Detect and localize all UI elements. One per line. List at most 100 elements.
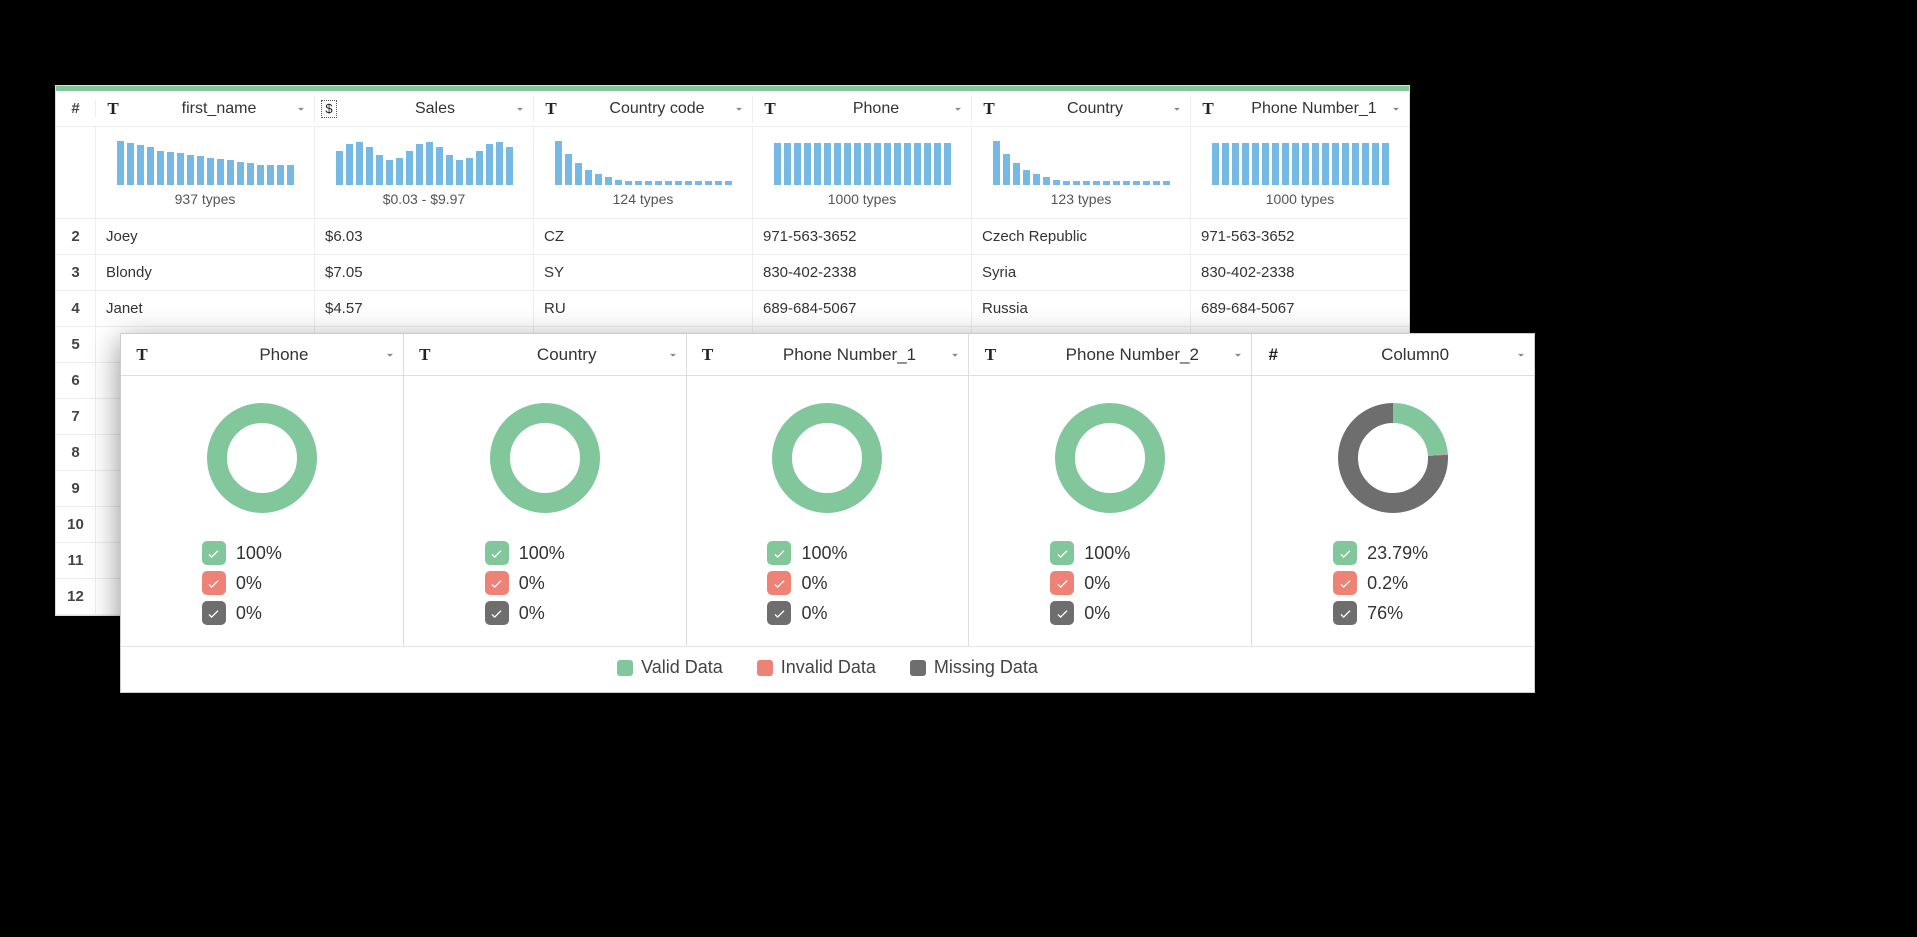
column-summary: $0.03 - $9.97 [315,127,534,218]
quality-column-header[interactable]: #Column0 [1252,334,1534,375]
chevron-down-icon[interactable] [1170,102,1184,116]
valid-stat: 100% [767,541,887,565]
table-cell[interactable]: 830-402-2338 [1191,255,1409,290]
summary-row: 937 types$0.03 - $9.97124 types1000 type… [56,127,1409,219]
quality-column-header[interactable]: TPhone [121,334,404,375]
chevron-down-icon[interactable] [294,102,308,116]
table-cell[interactable]: SY [534,255,753,290]
table-cell[interactable]: Syria [972,255,1191,290]
missing-stat: 0% [485,601,605,625]
chevron-down-icon[interactable] [666,348,680,362]
invalid-value: 0% [1084,573,1110,594]
cell-value: $6.03 [325,228,363,245]
table-cell[interactable]: 689-684-5067 [753,291,972,326]
table-cell[interactable]: 689-684-5067 [1191,291,1409,326]
check-icon [202,601,226,625]
row-number-header: # [56,100,96,117]
legend-valid-label: Valid Data [641,657,723,678]
text-type-icon: T [697,345,719,365]
table-cell[interactable]: RU [534,291,753,326]
column-header[interactable]: $Sales [315,96,534,122]
quality-body: 100%0%0%100%0%0%100%0%0%100%0%0%23.79%0.… [121,376,1534,646]
quality-donut-chart [202,398,322,518]
column-summary-label: 1000 types [1266,191,1335,207]
valid-value: 100% [519,543,565,564]
row-number-blank [56,127,96,218]
legend-invalid: Invalid Data [757,657,876,678]
check-icon [767,601,791,625]
valid-value: 23.79% [1367,543,1428,564]
chevron-down-icon[interactable] [732,102,746,116]
table-cell[interactable]: Russia [972,291,1191,326]
table-cell[interactable]: CZ [534,219,753,254]
table-cell[interactable]: Joey [96,219,315,254]
column-header[interactable]: TPhone [753,95,972,123]
row-number: 12 [56,579,96,614]
valid-value: 100% [1084,543,1130,564]
column-header[interactable]: Tfirst_name [96,95,315,123]
quality-donut-chart [767,398,887,518]
table-row[interactable]: 3Blondy$7.05SY830-402-2338Syria830-402-2… [56,255,1409,291]
missing-value: 0% [801,603,827,624]
cell-value: $4.57 [325,300,363,317]
row-number: 8 [56,435,96,470]
row-number: 9 [56,471,96,506]
table-cell[interactable]: $7.05 [315,255,534,290]
check-icon [485,541,509,565]
column-summary-label: 124 types [613,191,674,207]
column-header[interactable]: TPhone Number_1 [1191,95,1409,123]
missing-value: 0% [519,603,545,624]
invalid-stat: 0% [202,571,322,595]
check-icon [1333,541,1357,565]
invalid-value: 0% [801,573,827,594]
distribution-sparkline [117,139,294,185]
cell-value: Russia [982,300,1028,317]
column-header[interactable]: TCountry [972,95,1191,123]
table-cell[interactable]: Janet [96,291,315,326]
check-icon [1050,541,1074,565]
table-cell[interactable]: 971-563-3652 [753,219,972,254]
row-number: 7 [56,399,96,434]
column-header[interactable]: TCountry code [534,95,753,123]
chevron-down-icon[interactable] [1514,348,1528,362]
missing-stat: 0% [202,601,322,625]
cell-value: 971-563-3652 [763,228,856,245]
chevron-down-icon[interactable] [1231,348,1245,362]
column-summary: 1000 types [1191,127,1409,218]
numeric-type-icon: # [1262,345,1284,365]
quality-column-header[interactable]: TPhone Number_1 [687,334,970,375]
table-row[interactable]: 2Joey $6.03 CZ 971-563-3652 Czech Republic 97… [56,219,1409,255]
cell-value: RU [544,300,566,317]
row-number: 11 [56,543,96,578]
table-cell[interactable]: Czech Republic [972,219,1191,254]
chevron-down-icon[interactable] [513,102,527,116]
quality-column-header[interactable]: TPhone Number_2 [969,334,1252,375]
missing-value: 0% [1084,603,1110,624]
column-header-label: Phone [787,100,965,118]
quality-column-header[interactable]: TCountry [404,334,687,375]
row-number: 2 [56,219,96,254]
cell-value: 971-563-3652 [1201,228,1294,245]
chevron-down-icon[interactable] [948,348,962,362]
quality-column: 100%0%0% [404,376,687,646]
table-row[interactable]: 4Janet$4.57RU689-684-5067Russia689-684-5… [56,291,1409,327]
chevron-down-icon[interactable] [383,348,397,362]
table-cell[interactable]: Blondy [96,255,315,290]
text-type-icon: T [1197,99,1219,119]
table-cell[interactable]: $6.03 [315,219,534,254]
invalid-stat: 0.2% [1333,571,1453,595]
table-cell[interactable]: $4.57 [315,291,534,326]
table-cell[interactable]: 971-563-3652 [1191,219,1409,254]
column-summary: 124 types [534,127,753,218]
valid-stat: 100% [485,541,605,565]
legend-invalid-label: Invalid Data [781,657,876,678]
chevron-down-icon[interactable] [951,102,965,116]
column-summary-label: $0.03 - $9.97 [383,191,466,207]
valid-stat: 23.79% [1333,541,1453,565]
quality-legend: Valid Data Invalid Data Missing Data [121,646,1534,692]
table-cell[interactable]: 830-402-2338 [753,255,972,290]
missing-stat: 76% [1333,601,1453,625]
chevron-down-icon[interactable] [1389,102,1403,116]
text-type-icon: T [414,345,436,365]
distribution-sparkline [1212,139,1389,185]
